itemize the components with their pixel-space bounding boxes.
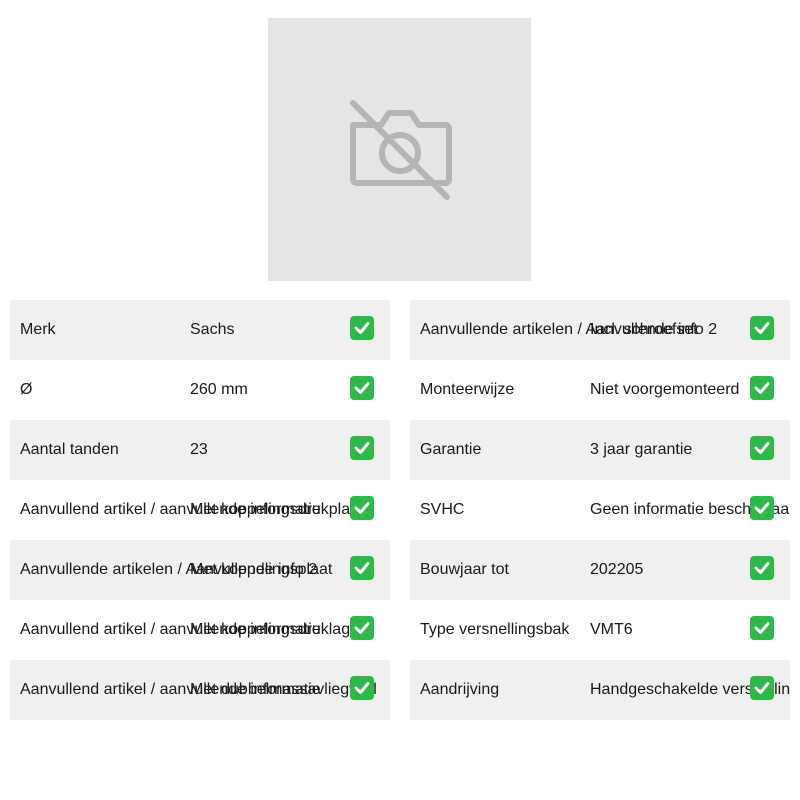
check-mark-icon (750, 616, 774, 640)
spec-value: Met koppelingsplaat (190, 561, 333, 578)
spec-label: Type versnellingsbak (420, 621, 570, 638)
spec-value: 202205 (590, 561, 644, 578)
table-row: Aantal tanden 23 (10, 420, 390, 480)
check-mark-icon (350, 496, 374, 520)
table-row: SVHC Geen informatie beschikbaar (410, 480, 790, 540)
table-row: Type versnellingsbak VMT6 (410, 600, 790, 660)
table-row: Aandrijving Handgeschakelde versnellings… (410, 660, 790, 720)
table-row: Aanvullend artikel / aanvullende informa… (10, 660, 390, 720)
check-mark-icon (350, 616, 374, 640)
table-row: Aanvullende artikelen / Aanvullende info… (10, 540, 390, 600)
spec-value: 260 mm (190, 381, 248, 398)
check-mark-icon (750, 316, 774, 340)
table-row: Ø 260 mm (10, 360, 390, 420)
check-mark-icon (750, 376, 774, 400)
product-image-placeholder (268, 18, 531, 281)
spec-value: 23 (190, 441, 208, 458)
no-photo-icon (349, 99, 452, 200)
spec-value: Incl. schroefset (590, 321, 698, 338)
table-row: Aanvullende artikelen / Aanvullende info… (410, 300, 790, 360)
check-mark-icon (750, 556, 774, 580)
check-mark-icon (350, 376, 374, 400)
spec-label: Aandrijving (420, 681, 500, 698)
spec-value: 3 jaar garantie (590, 441, 693, 458)
spec-value: Sachs (190, 321, 235, 338)
check-mark-icon (350, 436, 374, 460)
spec-label: Ø (20, 381, 33, 398)
check-mark-icon (750, 676, 774, 700)
spec-label: Aantal tanden (20, 441, 119, 458)
check-mark-icon (350, 316, 374, 340)
spec-value: Met koppelingsdruklager (190, 621, 365, 638)
spec-value: Niet voorgemonteerd (590, 381, 740, 398)
check-mark-icon (350, 556, 374, 580)
spec-value: Met koppelingsdrukplaat (190, 501, 364, 518)
spec-label: SVHC (420, 501, 465, 518)
spec-value: VMT6 (590, 621, 633, 638)
spec-label: Monteerwijze (420, 381, 515, 398)
check-mark-icon (750, 496, 774, 520)
spec-table-left: Merk Sachs Ø 260 mm Aantal tanden 23 Aan… (10, 300, 390, 720)
table-row: Bouwjaar tot 202205 (410, 540, 790, 600)
table-row: Aanvullend artikel / aanvullende informa… (10, 600, 390, 660)
check-mark-icon (750, 436, 774, 460)
spec-table-right: Aanvullende artikelen / Aanvullende info… (410, 300, 790, 720)
table-row: Garantie 3 jaar garantie (410, 420, 790, 480)
table-row: Merk Sachs (10, 300, 390, 360)
spec-label: Garantie (420, 441, 482, 458)
spec-label: Merk (20, 321, 56, 338)
table-row: Monteerwijze Niet voorgemonteerd (410, 360, 790, 420)
spec-value: Met dubbelmassavliegwiel (190, 681, 377, 698)
check-mark-icon (350, 676, 374, 700)
table-row: Aanvullend artikel / aanvullende informa… (10, 480, 390, 540)
spec-label: Bouwjaar tot (420, 561, 509, 578)
